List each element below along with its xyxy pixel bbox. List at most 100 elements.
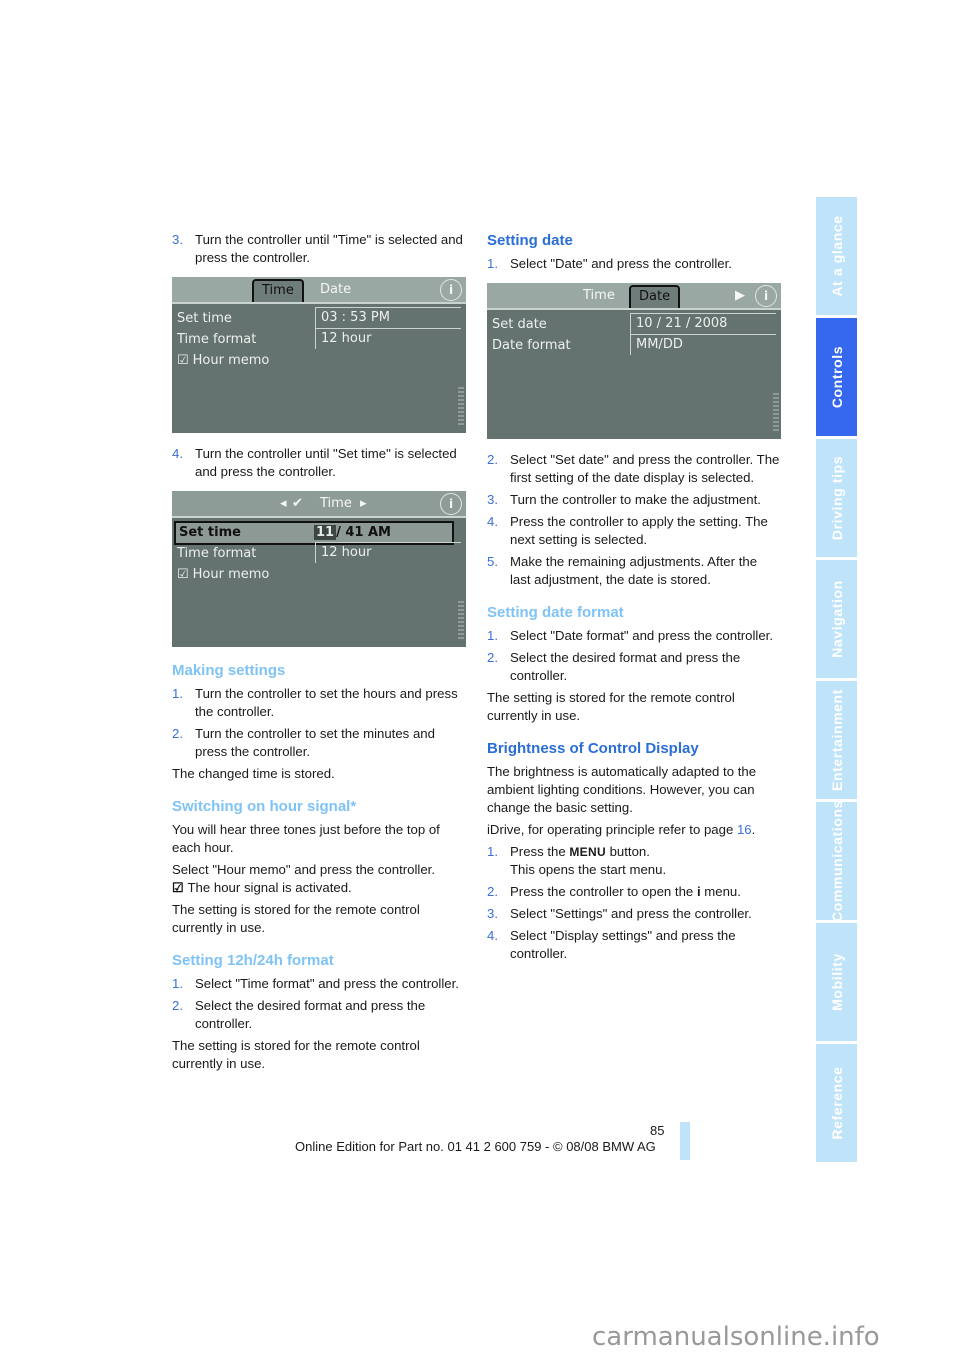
step-4: 4. Turn the controller until "Set time" … — [172, 445, 466, 481]
set-date-value[interactable]: 10 / 21 / 2008 — [630, 313, 776, 334]
step-2: 2. Select the desired format and press t… — [172, 997, 466, 1033]
step-1: 1. Select "Date format" and press the co… — [487, 627, 781, 645]
step-number: 2. — [172, 726, 183, 741]
sidebar-tab-label: Mobility — [828, 953, 845, 1011]
set-time-value[interactable]: 11/ 41 AM — [314, 523, 391, 543]
step-number: 1. — [172, 686, 183, 701]
hour-field-highlight[interactable]: 11 — [314, 525, 337, 540]
step-text: Turn the controller to set the hours and… — [195, 686, 458, 719]
date-format-value[interactable]: MM/DD — [630, 334, 776, 355]
step-number: 3. — [172, 232, 183, 247]
step-text: Turn the controller to make the adjustme… — [510, 492, 761, 507]
activated-text: The hour signal is activated. — [187, 880, 352, 895]
screen-tab-bar: Time Date i — [172, 277, 466, 304]
step-text-pre: Press the — [510, 844, 570, 859]
paragraph: The setting is stored for the remote con… — [172, 902, 420, 935]
row-hour-memo[interactable]: ☑ Hour memo — [177, 565, 269, 585]
step-number: 1. — [487, 256, 498, 271]
step-2: 2. Turn the controller to set the minute… — [172, 725, 466, 761]
step-1: 1. Select "Date" and press the controlle… — [487, 255, 781, 273]
step-text: Turn the controller until "Set time" is … — [195, 446, 457, 479]
step-number: 4. — [172, 446, 183, 461]
time-format-value[interactable]: 12 hour — [315, 328, 461, 349]
step-text-post: menu. — [700, 884, 741, 899]
step-text: Select "Time format" and press the contr… — [195, 976, 459, 991]
sidebar-tab-label: Entertainment — [828, 689, 845, 791]
info-icon[interactable]: i — [755, 285, 777, 307]
left-column: 3. Turn the controller until "Time" is s… — [172, 231, 466, 1077]
sidebar-tab-controls[interactable]: Controls — [816, 318, 857, 436]
step-text: Select "Date format" and press the contr… — [510, 628, 773, 643]
edition-footer: Online Edition for Part no. 01 41 2 600 … — [295, 1139, 656, 1154]
row-label-set-time[interactable]: Set time — [177, 309, 232, 329]
step-3: 3. Select "Settings" and press the contr… — [487, 905, 781, 923]
sidebar-tab-navigation[interactable]: Navigation — [816, 560, 857, 678]
checkbox-checked-icon[interactable]: ☑ — [177, 565, 189, 585]
time-format-value[interactable]: 12 hour — [315, 542, 461, 563]
step-4: 4. Select "Display settings" and press t… — [487, 927, 781, 963]
sidebar-tab-at-a-glance[interactable]: At a glance — [816, 197, 857, 315]
row-label-time-format[interactable]: Time format — [177, 544, 256, 564]
step-number: 3. — [487, 492, 498, 507]
step-3: 3. Turn the controller until "Time" is s… — [172, 231, 466, 267]
minute-field[interactable]: / 41 AM — [336, 525, 391, 540]
sidebar-tab-label: Driving tips — [828, 455, 845, 541]
row-label-time-format[interactable]: Time format — [177, 330, 256, 350]
tab-date[interactable]: Date — [629, 285, 681, 308]
heading-making-settings: Making settings — [172, 662, 286, 679]
note: The setting is stored for the remote con… — [487, 690, 735, 723]
tab-date[interactable]: Date — [312, 279, 359, 300]
paragraph-page-ref: iDrive, for operating principle refer to… — [487, 821, 781, 839]
step-text: Select "Set date" and press the controll… — [510, 452, 780, 485]
tab-time[interactable]: Time — [575, 285, 623, 306]
page-marker-bar — [680, 1122, 690, 1160]
step-number: 2. — [487, 452, 498, 467]
step-number: 1. — [487, 844, 498, 859]
sidebar-tab-driving-tips[interactable]: Driving tips — [816, 439, 857, 557]
heading-brightness: Brightness of Control Display — [487, 740, 699, 757]
step-number: 1. — [172, 976, 183, 991]
note: The setting is stored for the remote con… — [172, 1038, 420, 1071]
step-number: 2. — [487, 650, 498, 665]
sidebar-tab-entertainment[interactable]: Entertainment — [816, 681, 857, 799]
checkbox-checked-icon[interactable]: ☑ — [177, 351, 189, 371]
step-number: 2. — [172, 998, 183, 1013]
step-text: Select "Date" and press the controller. — [510, 256, 732, 271]
sidebar-tab-communications[interactable]: Communications — [816, 800, 857, 922]
screen-tab-bar: Time Date ▶ i — [487, 283, 781, 310]
hour-memo-label: Hour memo — [192, 567, 270, 582]
paragraph: The brightness is automatically adapted … — [487, 764, 757, 815]
step-number: 3. — [487, 906, 498, 921]
sidebar-tab-reference[interactable]: Reference — [816, 1044, 857, 1162]
tab-time[interactable]: Time — [252, 279, 304, 302]
step-text: Select the desired format and press the … — [195, 998, 426, 1031]
step-number: 4. — [487, 514, 498, 529]
step-text-line2: This opens the start menu. — [510, 862, 667, 877]
step-number: 1. — [487, 628, 498, 643]
info-icon[interactable]: i — [440, 493, 462, 515]
heading-setting-date: Setting date — [487, 232, 573, 249]
row-label-date-format[interactable]: Date format — [492, 336, 571, 356]
screen-set-time: ◂ ✔ Time ▸ i Set time 11/ 41 AM Time for… — [172, 491, 466, 647]
page-number: 85 — [650, 1123, 665, 1138]
row-label-set-date[interactable]: Set date — [492, 315, 547, 335]
page-ref-text: iDrive, for operating principle refer to… — [487, 822, 737, 837]
paragraph-activated: ☑ The hour signal is activated. — [172, 879, 466, 897]
step-text: Turn the controller until "Time" is sele… — [195, 232, 463, 265]
page-link[interactable]: 16 — [737, 822, 752, 837]
row-label-set-time: Set time — [179, 525, 241, 540]
step-4: 4. Press the controller to apply the set… — [487, 513, 781, 549]
step-1: 1. Select "Time format" and press the co… — [172, 975, 466, 993]
info-icon[interactable]: i — [440, 279, 462, 301]
screen-time-tab: Time Date i Set time 03 : 53 PM Time for… — [172, 277, 466, 433]
step-5: 5. Make the remaining adjustments. After… — [487, 553, 781, 589]
watermark: carmanualsonline.info — [592, 1322, 880, 1352]
step-number: 2. — [487, 884, 498, 899]
nav-right-arrow-icon[interactable]: ▸ — [352, 493, 375, 514]
arrow-right-icon[interactable]: ▶ — [735, 285, 745, 306]
row-hour-memo[interactable]: ☑ Hour memo — [177, 351, 269, 371]
step-text: Press the controller to open the i menu. — [510, 883, 781, 901]
sidebar-tab-mobility[interactable]: Mobility — [816, 923, 857, 1041]
set-time-value[interactable]: 03 : 53 PM — [315, 307, 461, 328]
step-text: Turn the controller to set the minutes a… — [195, 726, 435, 759]
